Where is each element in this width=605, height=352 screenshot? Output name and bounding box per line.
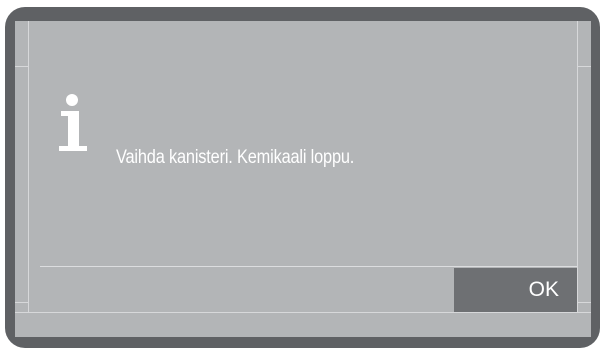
display-screen: Vaihda kanisteri. Kemikaali loppu. OK xyxy=(15,21,591,337)
frame-line-right xyxy=(577,21,578,313)
frame-tick xyxy=(578,302,591,303)
frame-line-bottom xyxy=(15,312,591,313)
dialog-message: Vaihda kanisteri. Kemikaali loppu. xyxy=(116,147,355,168)
frame-tick xyxy=(578,66,591,67)
frame-tick xyxy=(15,302,28,303)
ok-button[interactable]: OK xyxy=(454,268,577,312)
info-icon xyxy=(59,94,87,151)
frame-line-left xyxy=(28,21,29,313)
button-divider xyxy=(40,266,577,267)
frame-tick xyxy=(15,66,28,67)
